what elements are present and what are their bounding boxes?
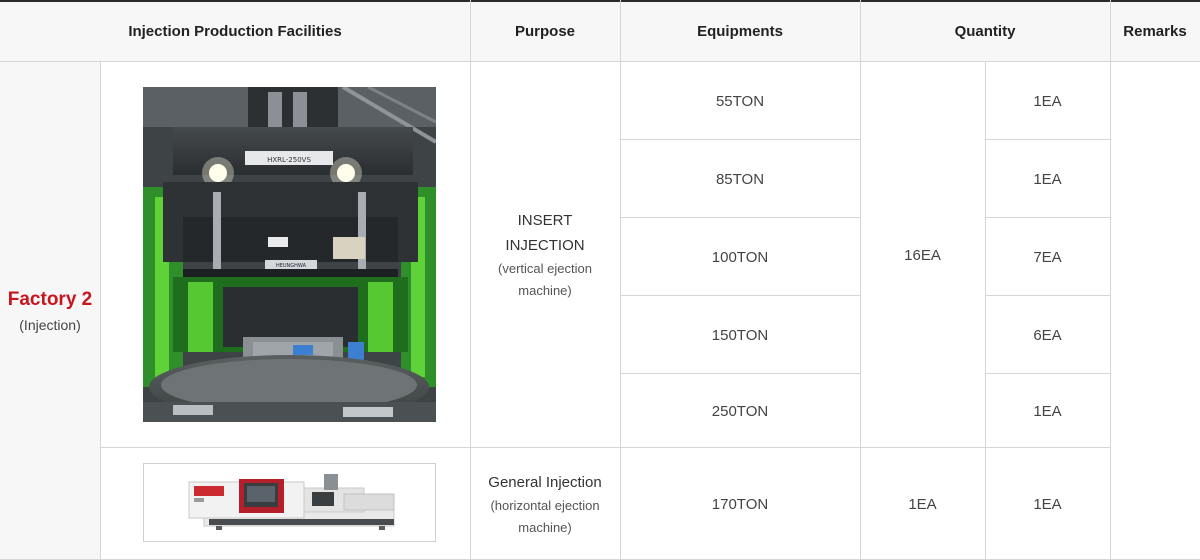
vertical-injection-machine-photo: HXRL-250VS HEUNGHWA [143,85,438,422]
table-divider [620,373,860,374]
machine-model-label: HXRL-250VS [267,156,311,164]
table-divider [0,61,1200,62]
purpose-general-injection: General Injection (horizontal ejection m… [470,448,620,560]
header-facilities: Injection Production Facilities [0,0,470,62]
header-quantity: Quantity [860,0,1110,62]
header-remarks: Remarks [1110,0,1200,62]
horizontal-injection-machine-photo [143,463,436,542]
purpose-detail: (vertical ejection [498,261,592,276]
table-divider [620,217,860,218]
quantity-cell: 6EA [1033,326,1062,344]
header-purpose: Purpose [470,0,620,62]
header-equipments: Equipments [620,0,860,62]
purpose-line: General Injection [488,473,602,491]
table-divider [620,295,860,296]
purpose-line: INJECTION [505,237,585,254]
table-divider [1110,0,1111,560]
quantity-total: 16EA [904,246,941,264]
facility-table: Injection Production Facilities Purpose … [0,0,1200,560]
table-divider [860,0,861,560]
table-divider [985,62,986,560]
purpose-detail: machine) [518,519,572,535]
purpose-insert-injection: INSERT INJECTION (vertical ejection mach… [470,62,620,448]
equipment-cell: 55TON [715,92,765,110]
quantity-cell: 1EA [1033,495,1062,513]
machine-brand-label: HEUNGHWA [276,263,307,269]
table-divider [100,447,1110,448]
table-divider [620,139,860,140]
table-divider [100,62,101,560]
horizontal-injection-machine-image [144,464,435,541]
purpose-detail: (horizontal ejection [490,497,600,513]
equipment-cell: 85TON [715,170,765,188]
quantity-total: 1EA [908,495,937,513]
equipment-cell: 150TON [711,326,769,344]
quantity-cell: 1EA [1033,170,1062,188]
quantity-cell: 1EA [1033,92,1062,110]
vertical-injection-machine-image: HXRL-250VS HEUNGHWA [143,85,438,422]
table-divider [620,0,621,560]
table-divider [985,373,1110,374]
quantity-cell: 1EA [1033,402,1062,420]
factory-label: Factory 2 (Injection) [0,62,100,560]
purpose-line: INSERT [517,212,573,229]
factory-name: Factory 2 [7,289,93,310]
table-top-rule [0,0,1200,2]
table-divider [470,0,471,560]
purpose-detail: machine) [518,283,572,298]
factory-subtitle: (Injection) [19,317,81,333]
equipment-cell: 250TON [711,402,769,420]
table-divider [985,295,1110,296]
equipment-cell: 170TON [711,495,769,513]
quantity-cell: 7EA [1033,248,1062,266]
table-divider [985,217,1110,218]
table-divider [985,139,1110,140]
equipment-cell: 100TON [711,248,769,266]
